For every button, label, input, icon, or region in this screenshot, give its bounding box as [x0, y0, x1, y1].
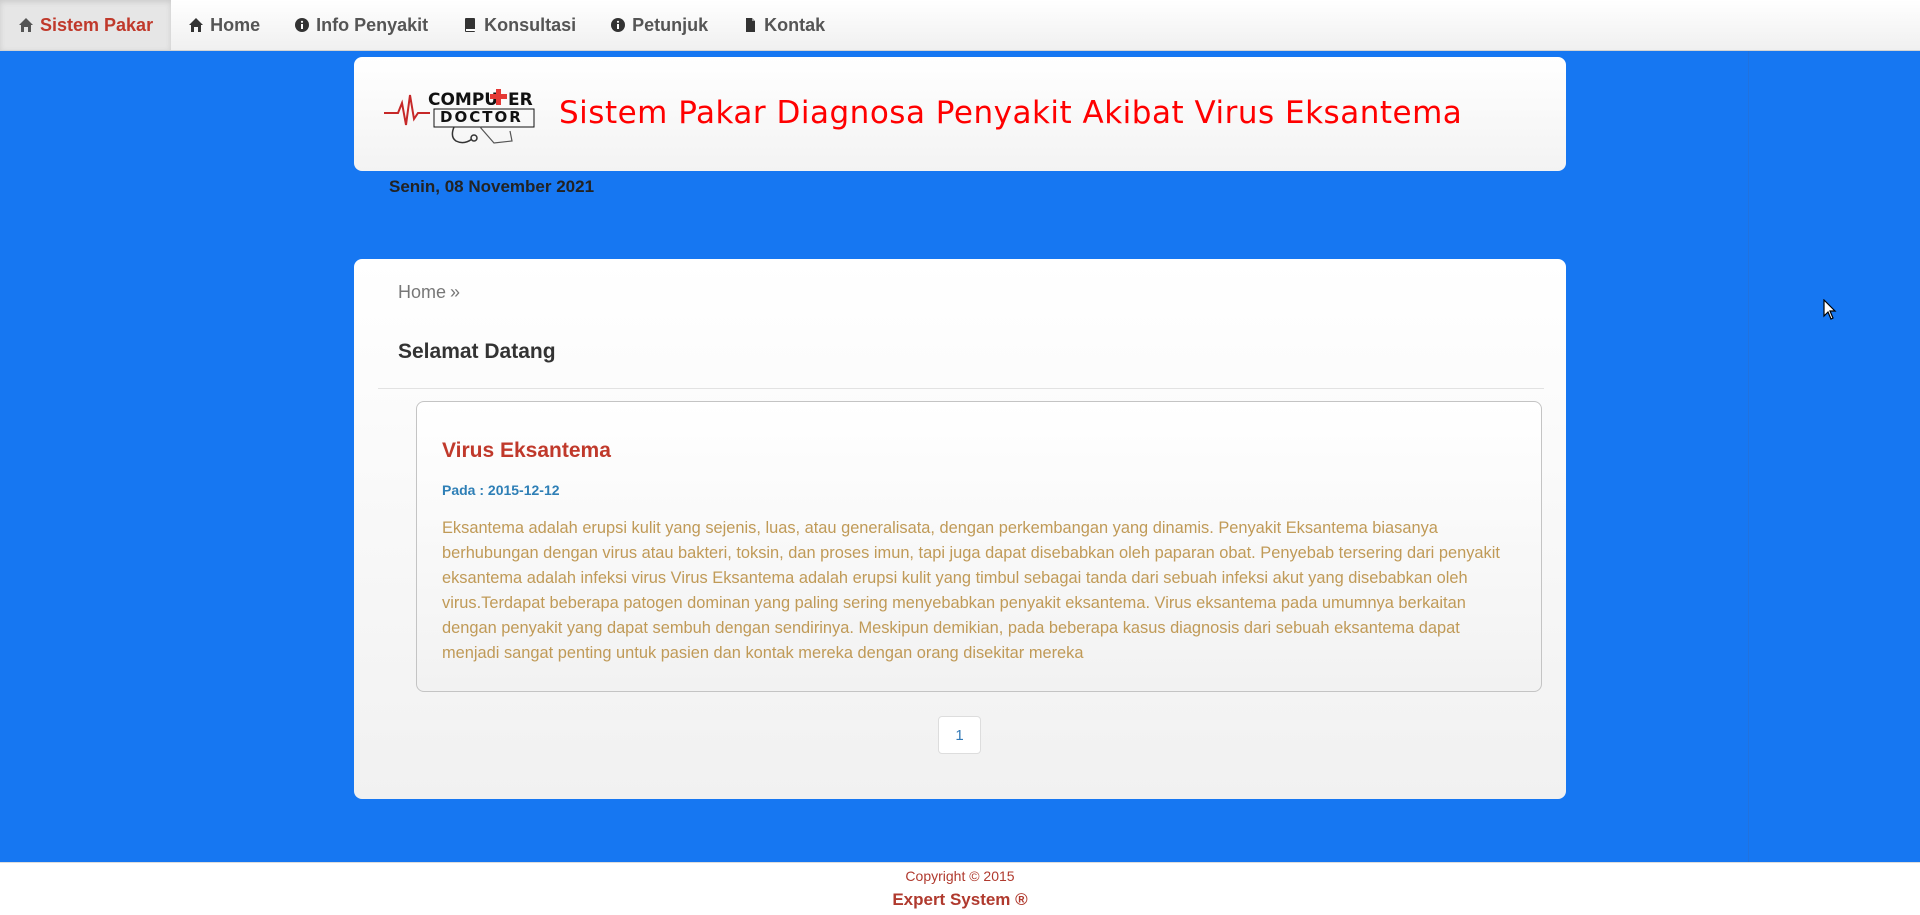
book-icon — [462, 17, 478, 33]
computer-doctor-logo[interactable]: COMPU ER DOCTOR — [384, 85, 544, 147]
article-title[interactable]: Virus Eksantema — [442, 439, 611, 463]
page-footer: Copyright © 2015 Expert System ® — [0, 862, 1920, 915]
nav-item-label: Petunjuk — [632, 14, 709, 35]
current-date: Senin, 08 November 2021 — [389, 177, 595, 196]
svg-text:DOCTOR: DOCTOR — [440, 108, 523, 126]
info-circle-icon — [294, 17, 310, 33]
svg-text:ER: ER — [508, 90, 533, 110]
file-icon — [742, 17, 758, 33]
site-title: Sistem Pakar Diagnosa Penyakit Akibat Vi… — [559, 95, 1463, 131]
page-title: Selamat Datang — [398, 340, 556, 363]
title-divider — [378, 388, 1544, 389]
breadcrumb-separator: » — [450, 282, 461, 302]
svg-text:COMPU: COMPU — [428, 90, 498, 110]
home-icon — [18, 17, 34, 33]
nav-item-petunjuk[interactable]: Petunjuk — [593, 0, 725, 50]
footer-copyright: Copyright © 2015 — [905, 868, 1015, 884]
main-content-panel: Home» Selamat Datang Virus Eksantema Pad… — [354, 259, 1566, 799]
nav-item-info-penyakit[interactable]: Info Penyakit — [277, 0, 445, 50]
footer-brand: Expert System ® — [892, 890, 1028, 909]
nav-item-home[interactable]: Home — [171, 0, 277, 50]
nav-item-label: Konsultasi — [484, 14, 577, 35]
nav-item-konsultasi[interactable]: Konsultasi — [445, 0, 593, 50]
nav-item-kontak[interactable]: Kontak — [725, 0, 842, 50]
breadcrumb-home-link[interactable]: Home — [398, 282, 446, 302]
top-navbar: Sistem Pakar Home Info Penyakit Konsulta… — [0, 0, 1920, 51]
nav-item-label: Home — [210, 14, 261, 35]
right-column-divider — [1748, 51, 1749, 862]
pagination-page-1[interactable]: 1 — [938, 716, 981, 754]
nav-brand-label: Sistem Pakar — [40, 14, 154, 35]
nav-item-label: Kontak — [764, 14, 826, 35]
breadcrumb: Home» — [398, 282, 460, 303]
article-body: Eksantema adalah erupsi kulit yang sejen… — [442, 519, 1500, 662]
article-date: Pada : 2015-12-12 — [442, 482, 560, 498]
site-header: COMPU ER DOCTOR Sistem Pakar Diagnosa Pe… — [354, 57, 1566, 171]
nav-brand-sistem-pakar[interactable]: Sistem Pakar — [0, 0, 172, 50]
article-card: Virus Eksantema Pada : 2015-12-12 Eksant… — [416, 401, 1542, 692]
nav-item-label: Info Penyakit — [316, 14, 429, 35]
home-icon — [188, 17, 204, 33]
info-circle-icon — [610, 17, 626, 33]
mouse-cursor-icon — [1823, 298, 1837, 321]
